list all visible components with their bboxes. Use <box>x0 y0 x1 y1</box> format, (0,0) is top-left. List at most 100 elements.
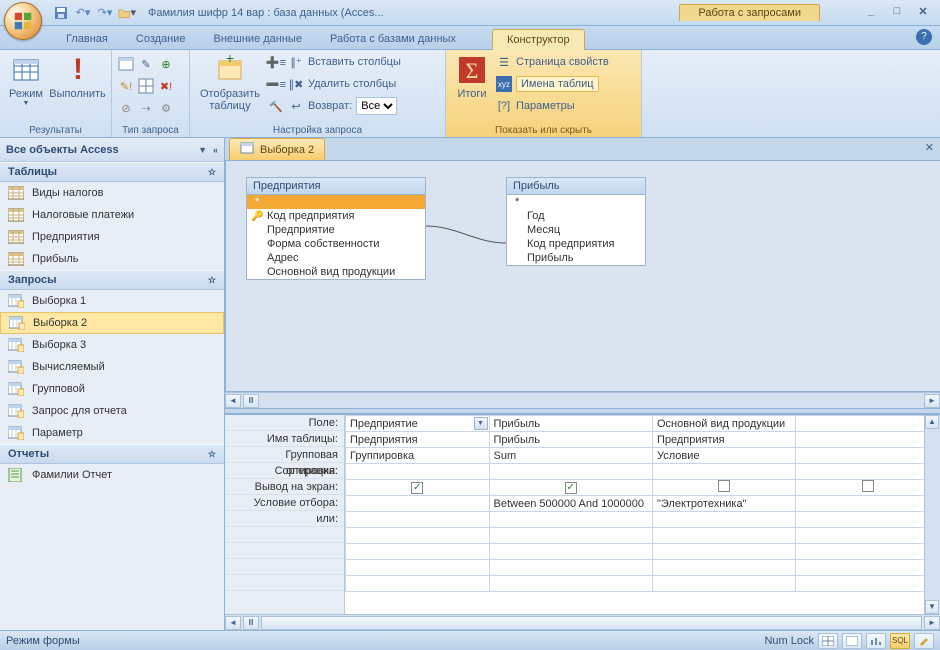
qbe-vscroll[interactable]: ▲▼ <box>924 415 940 614</box>
builder-button[interactable]: 🔨 <box>268 96 284 116</box>
qbe-cell[interactable] <box>346 512 490 528</box>
tab-external[interactable]: Внешние данные <box>200 29 316 49</box>
property-sheet-button[interactable]: ☰Страница свойств <box>496 52 609 72</box>
qbe-cell[interactable]: Основной вид продукции <box>652 416 796 432</box>
make-table-icon[interactable]: ✎ <box>138 56 154 72</box>
qbe-cell[interactable] <box>796 464 940 480</box>
tab-create[interactable]: Создание <box>122 29 200 49</box>
maximize-button[interactable]: □ <box>886 5 908 21</box>
delete-cols-button[interactable]: ∥✖Удалить столбцы <box>288 74 401 94</box>
show-table-button[interactable]: + Отобразить таблицу <box>196 52 264 114</box>
help-icon[interactable]: ? <box>916 29 932 45</box>
qbe-cell[interactable]: ✓ <box>346 480 490 496</box>
qbe-cell[interactable] <box>652 512 796 528</box>
view-sql-icon[interactable]: SQL <box>890 633 910 649</box>
run-button[interactable]: ! Выполнить <box>50 52 105 102</box>
canvas-hscroll[interactable]: ◄Ⅲ► <box>225 392 940 408</box>
open-icon[interactable]: ▾ <box>118 4 136 22</box>
qbe-cell[interactable]: Группировка <box>346 448 490 464</box>
qbe-cell[interactable] <box>652 464 796 480</box>
nav-header[interactable]: Все объекты Access ▼ « <box>0 138 224 162</box>
table-names-button[interactable]: xyzИмена таблиц <box>496 74 609 94</box>
append-icon[interactable]: ⊕ <box>158 56 174 72</box>
qbe-cell[interactable]: Between 500000 And 1000000 <box>489 496 652 512</box>
qbe-cell[interactable]: Условие <box>652 448 796 464</box>
select-query-icon[interactable] <box>118 56 134 72</box>
qbe-cell[interactable] <box>796 512 940 528</box>
tab-home[interactable]: Главная <box>52 29 122 49</box>
insert-rows-button[interactable]: ➕≡ <box>268 52 284 72</box>
totals-button[interactable]: Σ Итоги <box>452 52 492 102</box>
qbe-cell[interactable] <box>796 480 940 496</box>
redo-icon[interactable]: ↷▾ <box>96 4 114 22</box>
tab-dbtools[interactable]: Работа с базами данных <box>316 29 470 49</box>
nav-item[interactable]: Выборка 3 <box>0 334 224 356</box>
nav-item[interactable]: Вычисляемый <box>0 356 224 378</box>
nav-item[interactable]: Параметр <box>0 422 224 444</box>
qbe-cell[interactable]: Прибыль <box>489 432 652 448</box>
qbe-cell[interactable] <box>796 416 940 432</box>
show-checkbox[interactable]: ✓ <box>565 482 577 494</box>
qbe-cell[interactable]: Sum <box>489 448 652 464</box>
qbe-hscroll[interactable]: ◄Ⅲ► <box>225 614 940 630</box>
nav-item[interactable]: Предприятия <box>0 226 224 248</box>
delete-rows-button[interactable]: ➖≡ <box>268 74 284 94</box>
view-design-icon[interactable] <box>914 633 934 649</box>
qbe-cell[interactable] <box>346 496 490 512</box>
save-icon[interactable] <box>52 4 70 22</box>
view-pivotchart-icon[interactable] <box>866 633 886 649</box>
qbe-columns[interactable]: Предприятие▼ПрибыльОсновной вид продукци… <box>345 415 940 592</box>
qbe-cell[interactable] <box>796 448 940 464</box>
qbe-cell[interactable] <box>346 464 490 480</box>
qbe-cell[interactable] <box>796 432 940 448</box>
union-icon[interactable]: ⊘ <box>118 100 134 116</box>
qbe-cell[interactable]: ✓ <box>489 480 652 496</box>
nav-collapse-icon[interactable]: « <box>213 145 218 155</box>
nav-item[interactable]: Виды налогов <box>0 182 224 204</box>
tab-design[interactable]: Конструктор <box>492 29 585 50</box>
table-box-pribyl[interactable]: Прибыль*ГодМесяцКод предприятияПрибыль <box>506 177 646 266</box>
dropdown-icon[interactable]: ▼ <box>474 417 488 430</box>
show-checkbox[interactable] <box>718 480 730 492</box>
show-checkbox[interactable]: ✓ <box>411 482 423 494</box>
insert-cols-button[interactable]: ∥⁺Вставить столбцы <box>288 52 401 72</box>
datadef-icon[interactable]: ⚙ <box>158 100 174 116</box>
passthrough-icon[interactable]: ⇢ <box>138 100 154 116</box>
update-icon[interactable]: ✎! <box>118 78 134 94</box>
nav-group-header[interactable]: Отчеты☆ <box>0 444 224 464</box>
nav-item[interactable]: Выборка 1 <box>0 290 224 312</box>
qbe-cell[interactable] <box>652 480 796 496</box>
nav-item[interactable]: Прибыль <box>0 248 224 270</box>
qbe-cell[interactable] <box>489 512 652 528</box>
crosstab-icon[interactable] <box>138 78 154 94</box>
document-tab[interactable]: Выборка 2 <box>229 138 325 160</box>
nav-item[interactable]: Налоговые платежи <box>0 204 224 226</box>
relationship-canvas[interactable]: Предприятия*🔑Код предприятияПредприятиеФ… <box>225 160 940 392</box>
parameters-button[interactable]: [?]Параметры <box>496 96 609 116</box>
nav-group-header[interactable]: Запросы☆ <box>0 270 224 290</box>
nav-item[interactable]: Выборка 2 <box>0 312 224 334</box>
show-checkbox[interactable] <box>862 480 874 492</box>
close-button[interactable]: ✕ <box>912 5 934 21</box>
nav-item[interactable]: Групповой <box>0 378 224 400</box>
nav-dropdown-icon[interactable]: ▼ <box>198 145 207 155</box>
qbe-cell[interactable]: Предприятия <box>652 432 796 448</box>
view-datasheet-icon[interactable] <box>818 633 838 649</box>
office-button[interactable] <box>4 2 42 40</box>
qbe-cell[interactable] <box>489 464 652 480</box>
qbe-cell[interactable]: "Электротехника" <box>652 496 796 512</box>
view-pivottable-icon[interactable] <box>842 633 862 649</box>
nav-item[interactable]: Запрос для отчета <box>0 400 224 422</box>
document-close-icon[interactable]: ✕ <box>925 141 934 154</box>
qbe-cell[interactable]: Предприятие▼ <box>346 416 490 432</box>
nav-group-header[interactable]: Таблицы☆ <box>0 162 224 182</box>
undo-icon[interactable]: ↶▾ <box>74 4 92 22</box>
return-select[interactable]: Все <box>356 97 397 115</box>
qbe-cell[interactable] <box>796 496 940 512</box>
table-box-predpriyatiya[interactable]: Предприятия*🔑Код предприятияПредприятиеФ… <box>246 177 426 280</box>
minimize-button[interactable]: _ <box>860 5 882 21</box>
qbe-cell[interactable]: Прибыль <box>489 416 652 432</box>
delete-query-icon[interactable]: ✖! <box>158 78 174 94</box>
view-button[interactable]: Режим ▼ <box>6 52 46 109</box>
qbe-cell[interactable]: Предприятия <box>346 432 490 448</box>
